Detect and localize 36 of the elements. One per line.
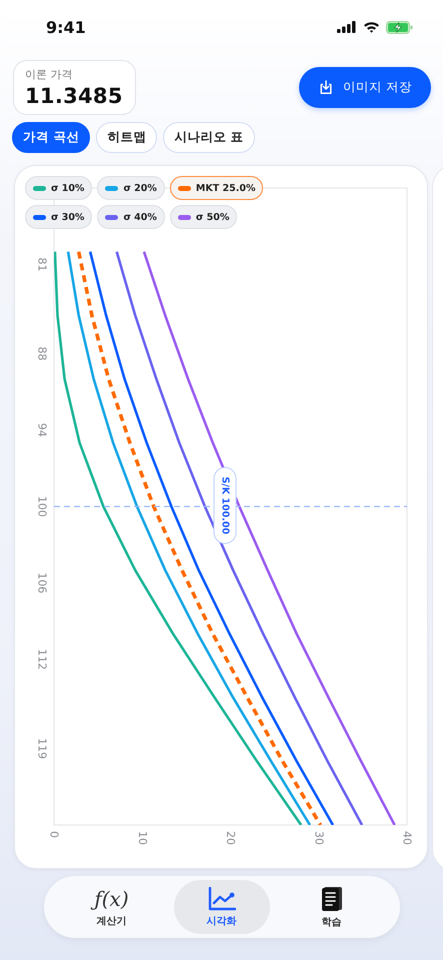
download-icon (319, 80, 334, 95)
axis-tick-label: 100 (36, 496, 48, 517)
nav-tab[interactable]: ƒ(x) 계산기 (64, 880, 160, 934)
axis-tick-label: 106 (36, 572, 48, 594)
view-tab[interactable]: 가격 곡선 (12, 122, 90, 153)
axis-tick-label: 0 (48, 831, 60, 838)
axis-tick-label: 94 (36, 423, 48, 438)
axis-tick-label: 30 (312, 831, 326, 845)
reference-label: S/K 100.00 (214, 467, 236, 544)
axis-tick-label: 88 (36, 346, 48, 361)
ref-line-label: S/K 100.00 (220, 476, 230, 535)
axis-tick-label: 10 (136, 831, 149, 845)
legend-chip[interactable]: σ 30% (25, 205, 92, 229)
legend-chip[interactable]: σ 40% (97, 205, 165, 229)
save-image-button[interactable]: 이미지 저장 (299, 67, 431, 108)
price-value: 11.3485 (25, 84, 123, 108)
nav-tab[interactable]: 학습 (284, 880, 380, 934)
axis-tick-label: 81 (36, 257, 48, 272)
axis-tick-label: 20 (224, 831, 237, 845)
axis-tick-label: 40 (400, 831, 414, 845)
view-tab[interactable]: 시나리오 표 (163, 122, 255, 153)
signal-icon (337, 21, 357, 33)
legend-chip[interactable]: σ 10% (25, 176, 92, 200)
notebook-icon (320, 886, 342, 912)
wifi-icon (363, 21, 380, 33)
legend-chip[interactable]: σ 50% (170, 205, 238, 229)
legend-chip[interactable]: σ 20% (97, 176, 165, 200)
axis-tick-label: 112 (36, 648, 48, 670)
nav-tab[interactable]: 시각화 (174, 880, 270, 934)
line-chart-icon (208, 886, 236, 910)
view-tab[interactable]: 히트맵 (96, 122, 158, 153)
status-time: 9:41 (46, 18, 86, 36)
legend-chip[interactable]: MKT 25.0% (170, 176, 264, 200)
price-label: 이론 가격 (25, 67, 74, 82)
axis-tick-label: 119 (36, 738, 48, 760)
battery-charging-icon (386, 20, 413, 34)
